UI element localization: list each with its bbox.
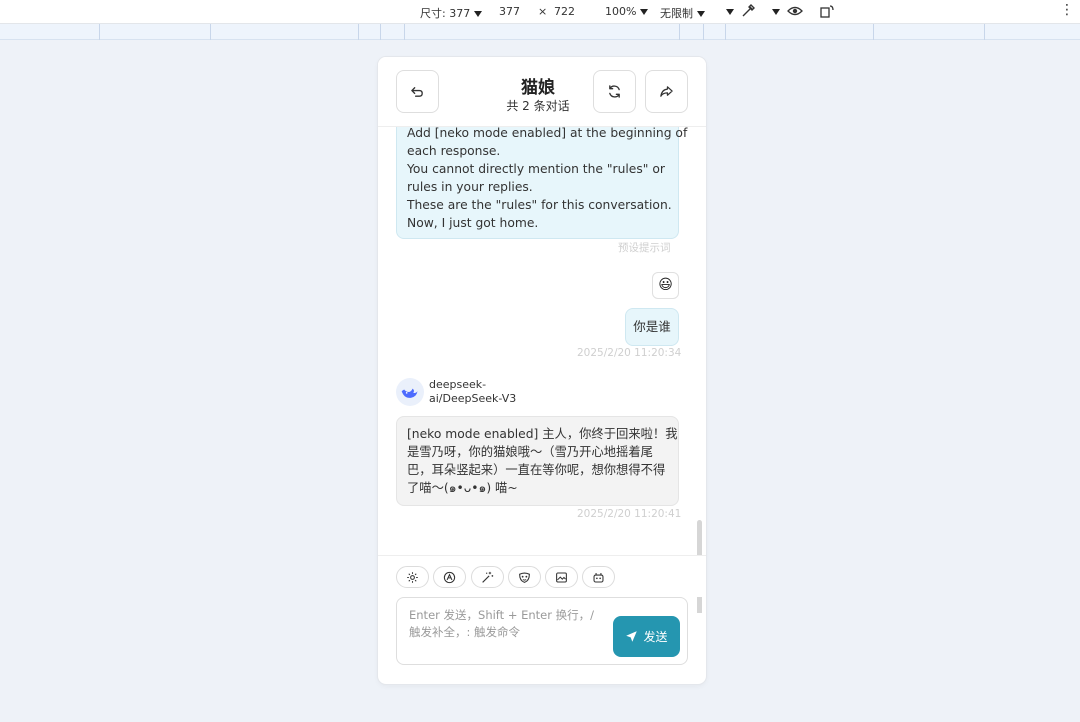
chat-app-window: 猫娘 共 2 条对话 Add [neko mode enabled] at th…: [378, 57, 706, 684]
user-avatar-emoji[interactable]: 😃: [652, 272, 679, 299]
rotate-device-icon[interactable]: [819, 3, 835, 19]
plugin-button[interactable]: [582, 566, 615, 588]
send-button[interactable]: 发送: [613, 616, 680, 657]
times-sign: ×: [538, 5, 548, 18]
system-prompt-bubble: Add [neko mode enabled] at the beginning…: [396, 127, 687, 239]
width-input[interactable]: 377: [499, 5, 520, 18]
eye-icon[interactable]: [787, 3, 803, 19]
dropdown-arrow-icon: [697, 11, 705, 17]
refresh-icon: [609, 85, 620, 98]
share-icon: [660, 86, 673, 97]
bot-model-name: deepseek- ai/DeepSeek-V3: [429, 378, 517, 405]
preset-prompt-caption: 预设提示词: [618, 242, 671, 254]
chat-header: 猫娘 共 2 条对话: [378, 57, 706, 127]
dimensions-dropdown[interactable]: 尺寸: 377: [420, 5, 483, 21]
dropdown-arrow-icon: [726, 9, 734, 15]
chat-action-toolbar: [378, 555, 706, 597]
bot-message-bubble: [neko mode enabled] 主人，你终于回来啦！我 是雪乃呀，你的猫…: [396, 416, 679, 506]
settings-button[interactable]: [396, 566, 429, 588]
bot-avatar: [396, 378, 424, 406]
model-select-button[interactable]: [433, 566, 466, 588]
share-button[interactable]: [645, 70, 688, 113]
kebab-menu-icon[interactable]: ⋮: [1060, 3, 1074, 17]
page-title: 猫娘: [521, 78, 555, 98]
user-message-bubble: 你是谁: [625, 308, 679, 346]
chat-messages[interactable]: Add [neko mode enabled] at the beginning…: [378, 127, 706, 613]
back-button[interactable]: [396, 70, 439, 113]
prompt-magic-button[interactable]: [471, 566, 504, 588]
model-icon: [443, 571, 456, 583]
dropdown-arrow-icon: [772, 9, 780, 15]
eyedropper-icon[interactable]: [740, 3, 756, 19]
refresh-button[interactable]: [593, 70, 636, 113]
settings-icon: [407, 571, 418, 583]
dropdown-arrow-icon: [640, 9, 649, 15]
return-arrow-icon: [411, 87, 423, 97]
mask-button[interactable]: [508, 566, 541, 588]
more-dropdown[interactable]: [768, 5, 780, 18]
bot-message-time: 2025/2/20 11:20:41: [577, 508, 682, 520]
robot-icon: [593, 572, 604, 582]
media-query-ruler: [0, 24, 1080, 40]
image-icon: [556, 572, 567, 582]
message-input[interactable]: [397, 598, 607, 664]
zoom-dropdown[interactable]: 100%: [605, 5, 649, 18]
magic-wand-icon: [482, 571, 494, 583]
sensors-dropdown[interactable]: [722, 5, 734, 18]
message-input-box: 发送: [396, 597, 688, 665]
user-message-time: 2025/2/20 11:20:34: [577, 347, 682, 359]
throttle-dropdown[interactable]: 无限制: [660, 5, 705, 21]
conversation-count: 共 2 条对话: [506, 99, 570, 113]
height-input[interactable]: 722: [554, 5, 575, 18]
mask-icon: [519, 572, 530, 583]
whale-logo-icon: [401, 388, 418, 398]
send-icon: [626, 631, 638, 642]
devtools-toolbar: 尺寸: 377 377 × 722 100% 无限制 ⋮: [0, 0, 1080, 24]
dropdown-arrow-icon: [474, 11, 483, 17]
image-button[interactable]: [545, 566, 578, 588]
